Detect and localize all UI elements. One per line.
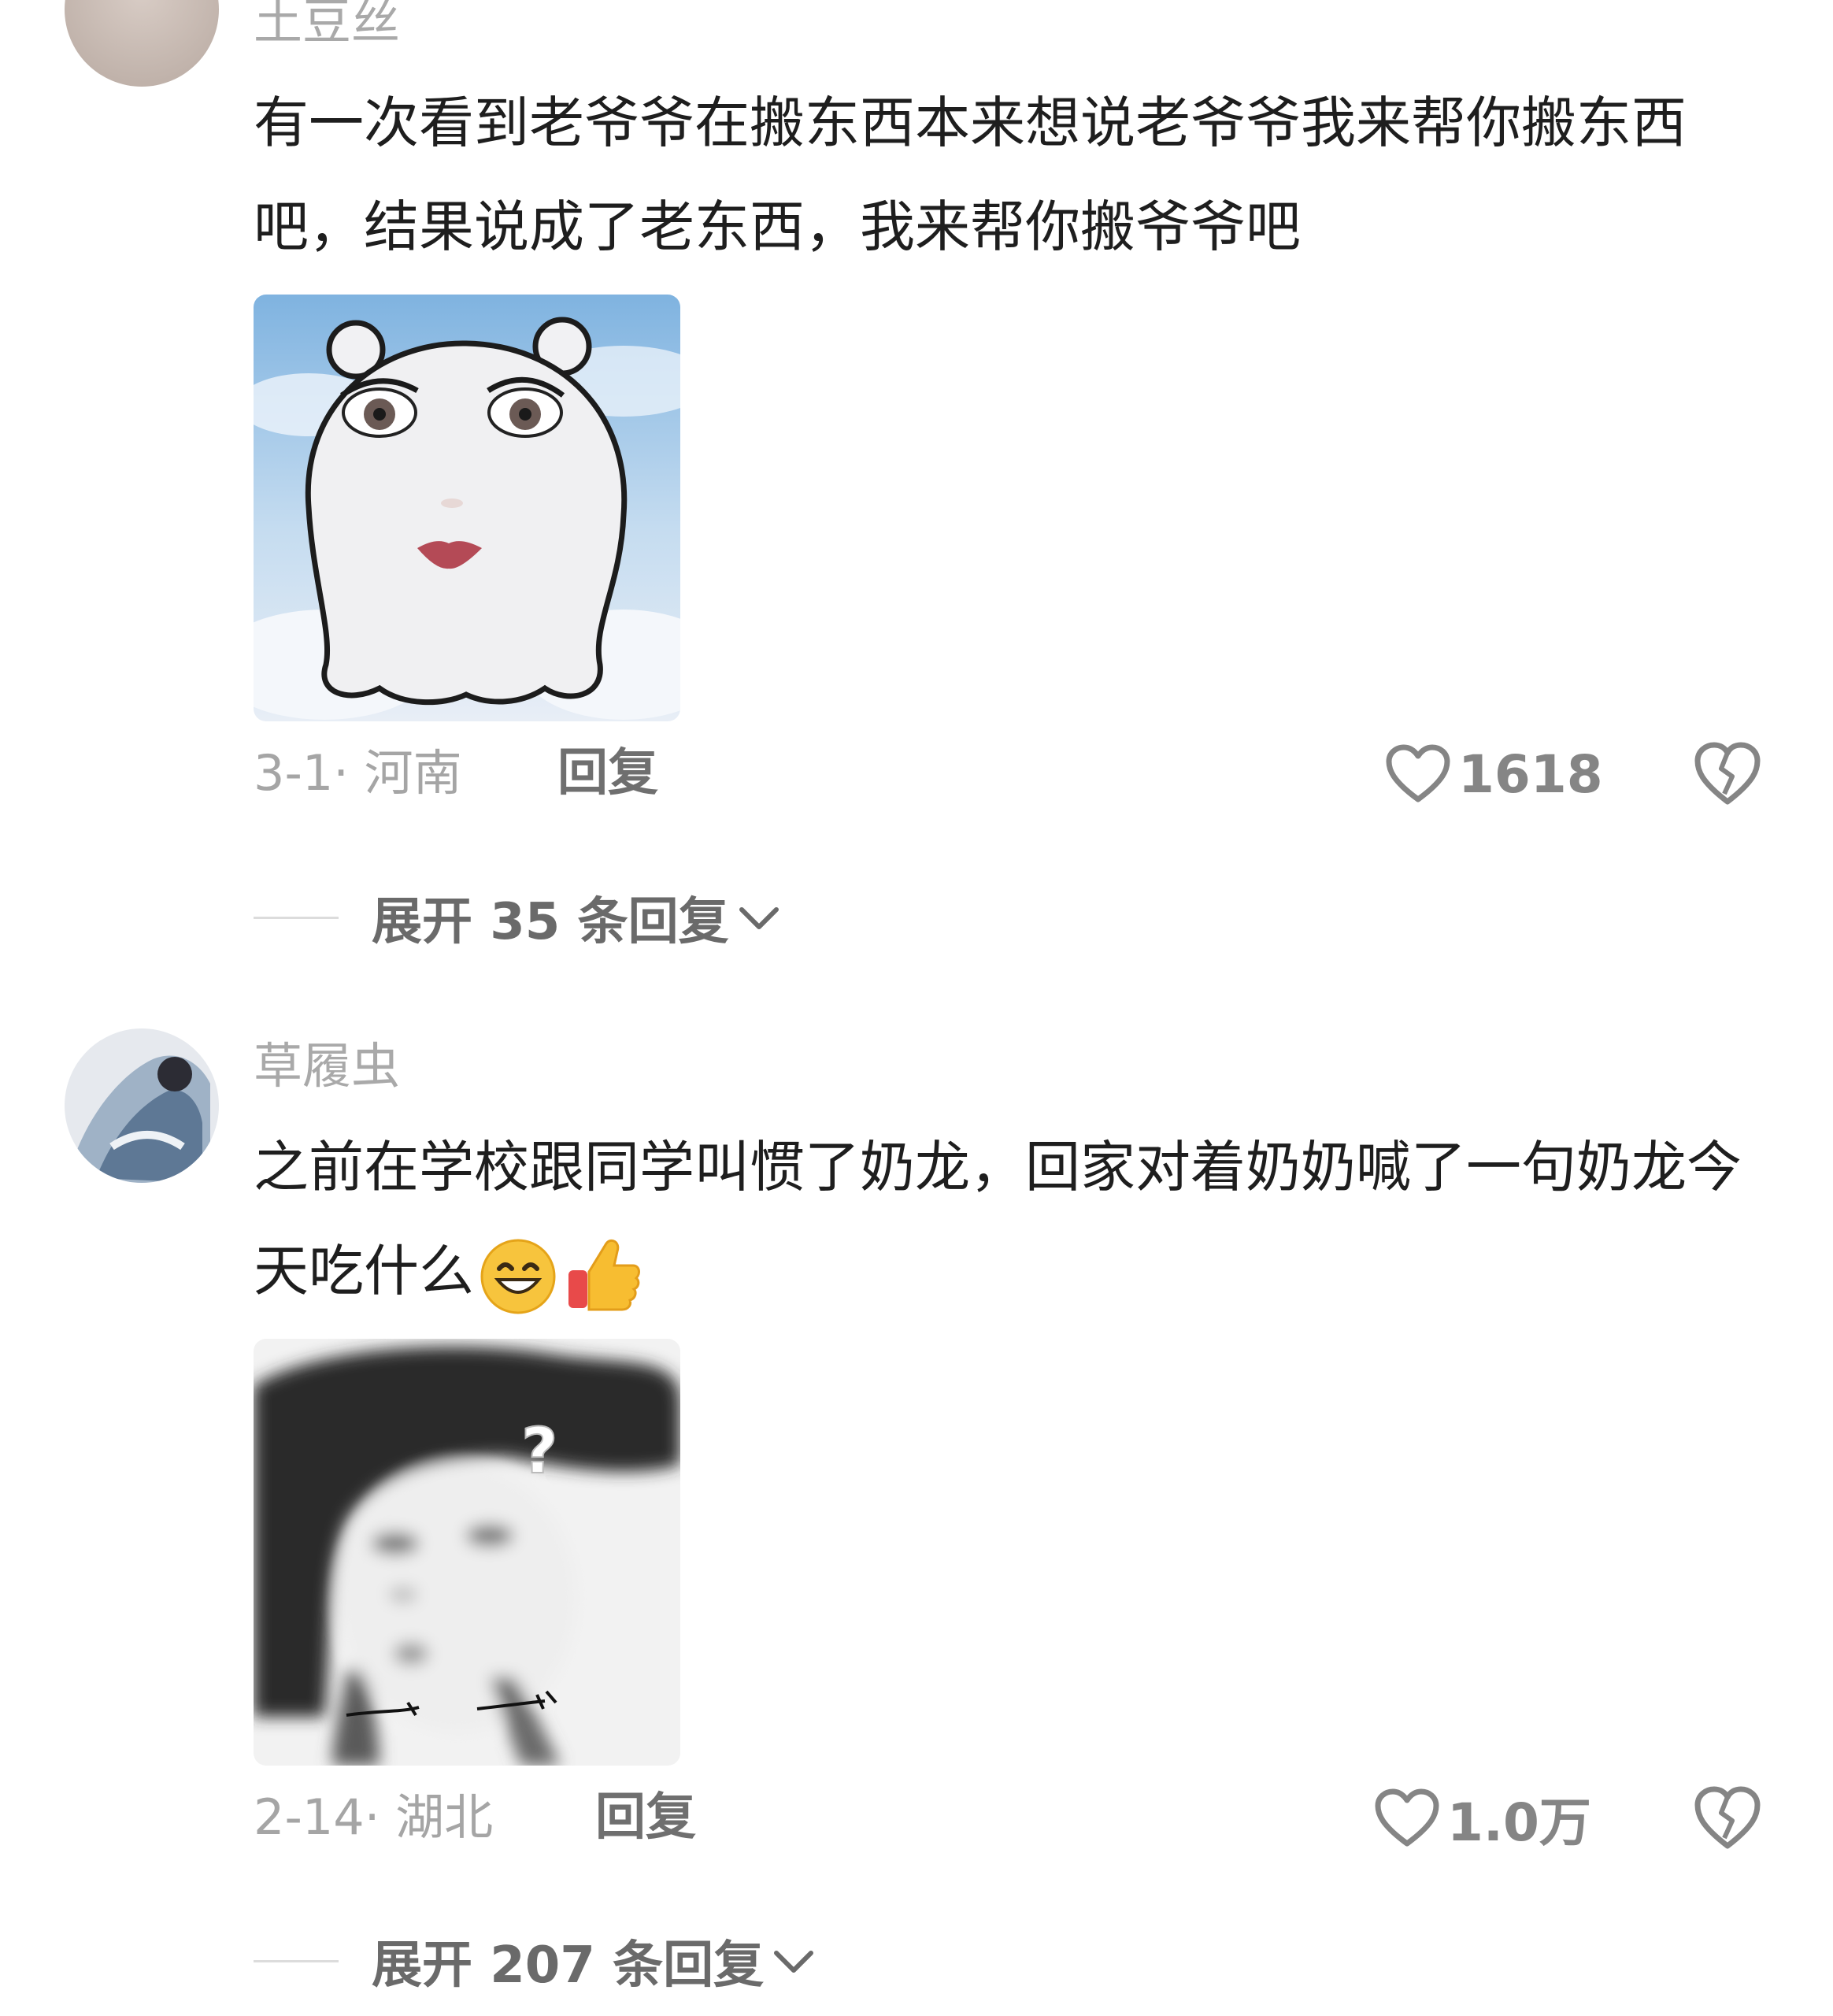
- round-face-sticker: [254, 295, 680, 721]
- heart-outline-icon: [1386, 744, 1450, 802]
- comment-sticker-image[interactable]: ?: [254, 1339, 680, 1766]
- expand-replies-button[interactable]: 展开 207 条回复: [254, 1929, 817, 1995]
- divider-line: [254, 1959, 339, 1962]
- comment-text: 之前在学校跟同学叫惯了奶龙，回家对着奶奶喊了一句奶龙今天吃什么: [254, 1115, 1781, 1323]
- grin-emoji-icon: [480, 1239, 556, 1314]
- avatar[interactable]: [65, 0, 219, 87]
- comment-date-location: 3-1· 河南: [254, 744, 462, 802]
- comment-date-location: 2-14· 湖北: [254, 1788, 494, 1846]
- thumbs-up-emoji-icon: [568, 1239, 640, 1311]
- broken-heart-icon: [1694, 742, 1761, 805]
- expand-replies-label: 展开 207 条回复: [372, 1936, 765, 1995]
- like-button[interactable]: 1.0万: [1373, 1783, 1591, 1854]
- reply-button[interactable]: 回复: [557, 742, 658, 805]
- chevron-down-icon: [739, 907, 779, 929]
- like-count: 1.0万: [1447, 1792, 1591, 1853]
- avatar-image: [65, 1028, 219, 1183]
- confused-face-sticker: ?: [254, 1339, 680, 1766]
- chevron-down-icon: [774, 1951, 814, 1973]
- dislike-button[interactable]: [1691, 1783, 1764, 1854]
- like-count: 1618: [1458, 743, 1603, 805]
- expand-replies-label: 展开 35 条回复: [372, 893, 729, 951]
- heart-outline-icon: [1375, 1788, 1439, 1847]
- comment-username[interactable]: 草履虫: [254, 1035, 400, 1098]
- divider-line: [254, 916, 339, 919]
- reply-button[interactable]: 回复: [595, 1786, 696, 1849]
- expand-replies-button[interactable]: 展开 35 条回复: [254, 886, 783, 951]
- dislike-button[interactable]: [1691, 739, 1764, 810]
- comment-username[interactable]: 土豆丝: [254, 0, 400, 54]
- avatar-image: [65, 0, 219, 87]
- comment-text: 有一次看到老爷爷在搬东西本来想说老爷爷我来帮你搬东西吧，结果说成了老东西，我来帮…: [254, 91, 1687, 259]
- broken-heart-icon: [1694, 1786, 1761, 1849]
- like-button[interactable]: 1618: [1384, 739, 1603, 810]
- avatar[interactable]: [65, 1028, 219, 1183]
- svg-text:?: ?: [521, 1414, 557, 1488]
- comment-sticker-image[interactable]: [254, 295, 680, 721]
